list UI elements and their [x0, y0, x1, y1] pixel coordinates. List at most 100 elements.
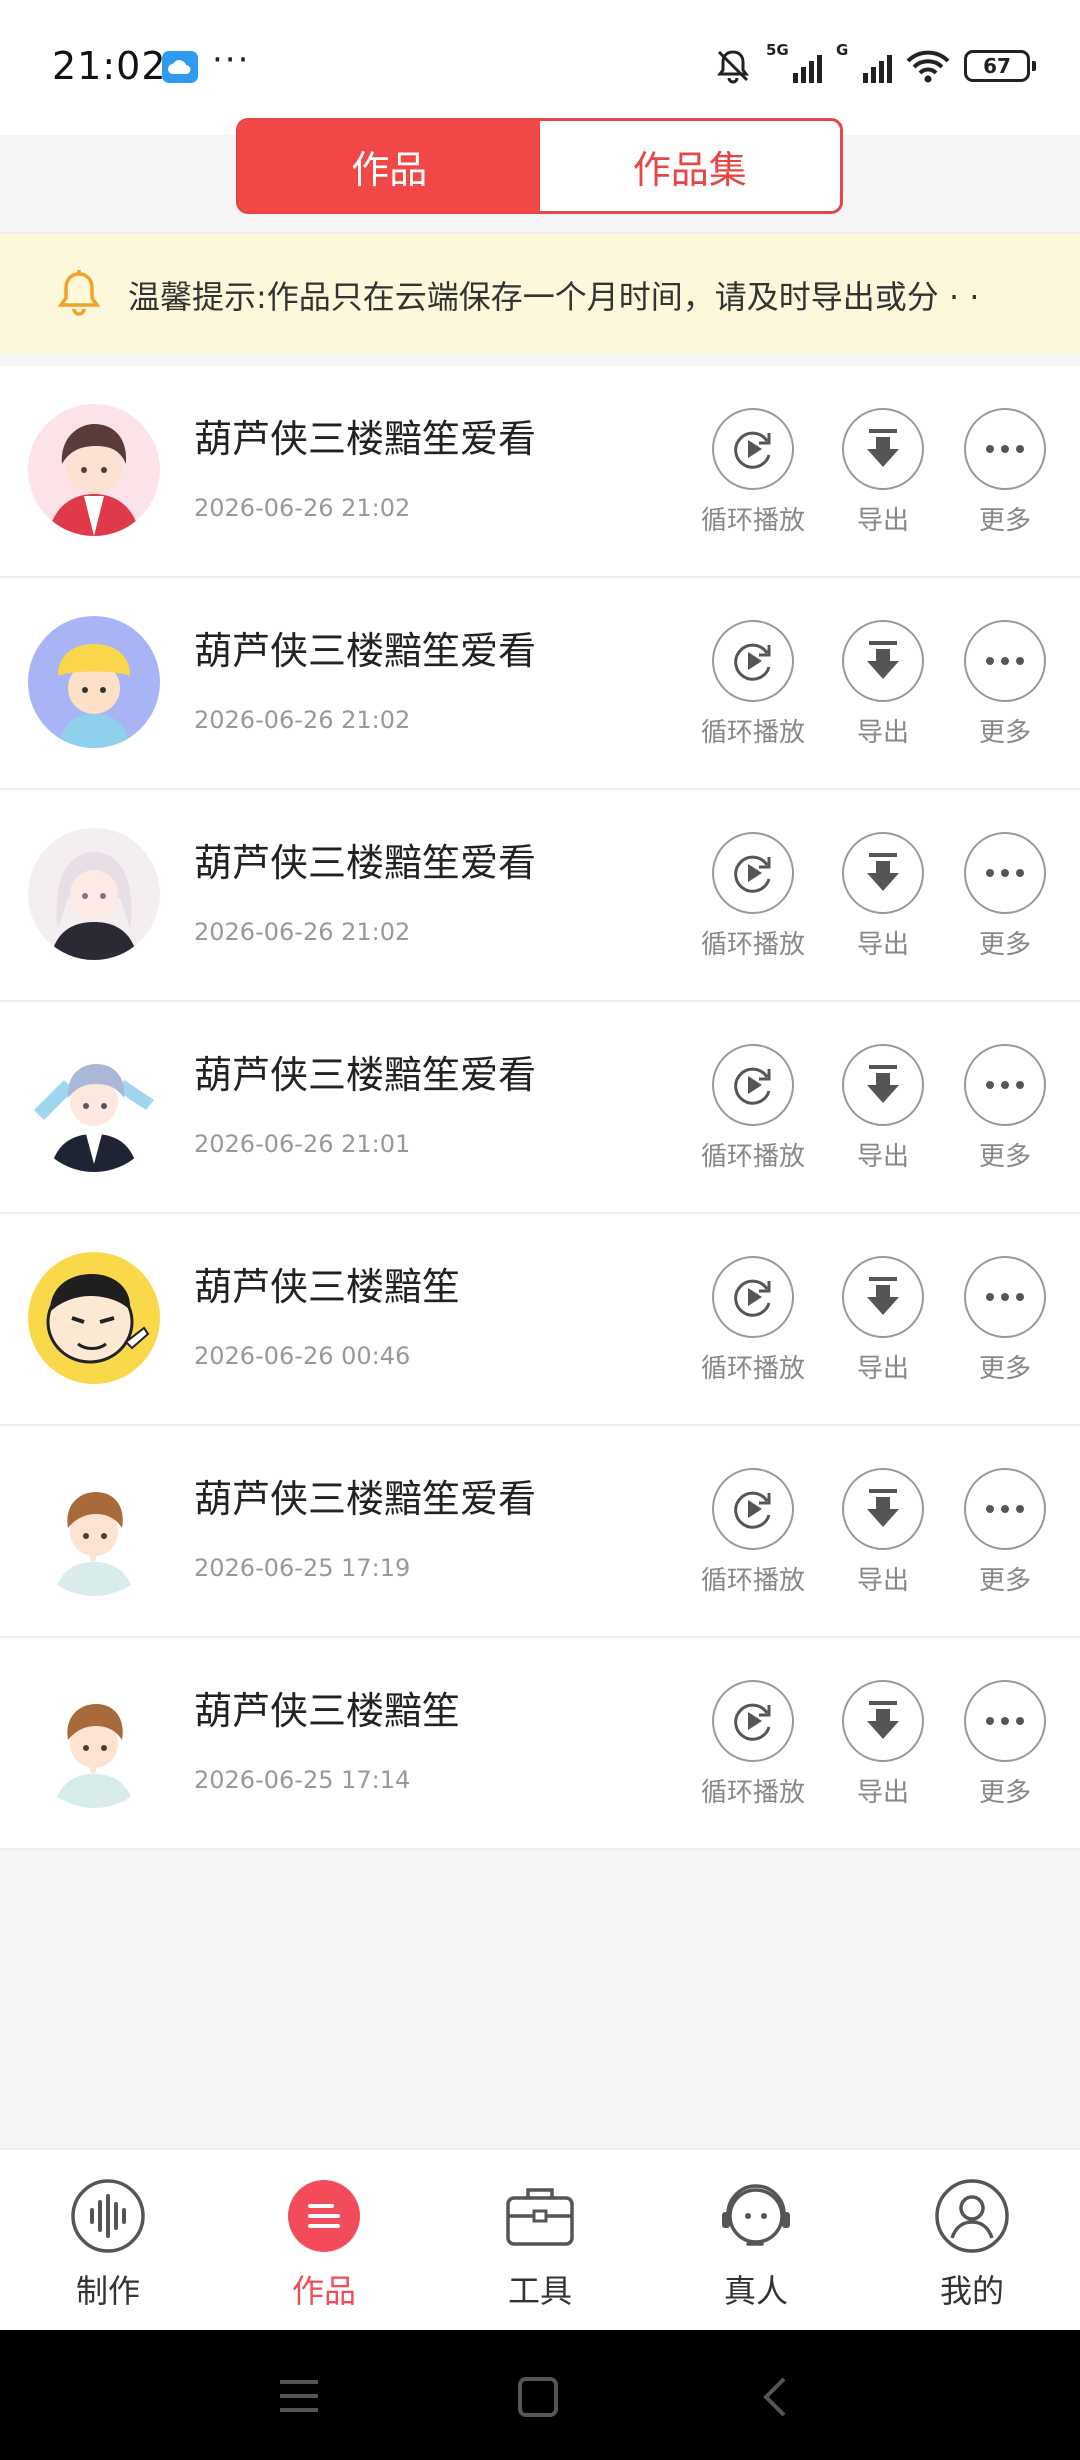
loop-play-icon	[734, 1703, 771, 1741]
more-dots-icon	[986, 1293, 1024, 1301]
list-item[interactable]: 葫芦侠三楼黯笙爱看 2026-06-25 17:19 循环播放 导出 更多	[0, 1426, 1080, 1638]
signal-g-icon: G	[836, 41, 892, 85]
more-dots-icon	[986, 1717, 1024, 1725]
more-button[interactable]: 更多	[940, 1680, 1070, 1809]
loop-play-label: 循环播放	[700, 1566, 805, 1596]
more-dots-icon	[986, 657, 1024, 665]
more-button[interactable]: 更多	[940, 1256, 1070, 1385]
item-date: 2026-06-26 21:02	[194, 494, 411, 522]
more-button[interactable]: 更多	[940, 1044, 1070, 1173]
loop-play-button[interactable]: 循环播放	[688, 1044, 818, 1173]
nav-label: 我的	[939, 2272, 1004, 2310]
item-title: 葫芦侠三楼黯笙爱看	[194, 1053, 537, 1097]
export-button[interactable]: 导出	[818, 1044, 948, 1173]
more-button[interactable]: 更多	[940, 1468, 1070, 1597]
item-title: 葫芦侠三楼黯笙爱看	[194, 417, 537, 461]
menu-icon[interactable]	[276, 2376, 322, 2416]
notice-banner: 温馨提示:作品只在云端保存一个月时间，请及时导出或分 · ·	[0, 234, 1080, 354]
nav-mine[interactable]: 我的	[892, 2178, 1052, 2312]
waveform-icon	[71, 2179, 145, 2253]
list-item[interactable]: 葫芦侠三楼黯笙爱看 2026-06-26 21:02 循环播放 导出 更多	[0, 578, 1080, 790]
avatar	[28, 828, 160, 960]
loop-play-button[interactable]: 循环播放	[688, 620, 818, 749]
nav-tools[interactable]: 工具	[460, 2178, 620, 2312]
list-icon	[288, 2180, 360, 2252]
more-label: 更多	[978, 930, 1031, 960]
export-button[interactable]: 导出	[818, 1256, 948, 1385]
loop-play-icon	[734, 1067, 771, 1105]
export-button[interactable]: 导出	[818, 1680, 948, 1809]
bottom-nav: 制作 作品 工具 真人 我的	[0, 2148, 1080, 2330]
loop-play-button[interactable]: 循环播放	[688, 1468, 818, 1597]
avatar	[28, 1252, 160, 1384]
nav-label: 作品	[291, 2272, 356, 2310]
item-title: 葫芦侠三楼黯笙爱看	[194, 841, 537, 885]
download-icon	[867, 1277, 899, 1315]
list-item[interactable]: 葫芦侠三楼黯笙爱看 2026-06-26 21:02 循环播放 导出 更多	[0, 366, 1080, 578]
loop-play-icon	[734, 431, 771, 469]
signal-5g-icon: 5G	[766, 41, 822, 85]
loop-play-label: 循环播放	[700, 1142, 805, 1172]
loop-play-button[interactable]: 循环播放	[688, 1256, 818, 1385]
tab-collections[interactable]: 作品集	[540, 121, 841, 211]
back-icon[interactable]	[760, 2376, 790, 2418]
battery-indicator: 67	[964, 50, 1036, 82]
more-label: 更多	[978, 718, 1031, 748]
export-button[interactable]: 导出	[818, 1468, 948, 1597]
loop-play-icon	[734, 643, 771, 681]
more-button[interactable]: 更多	[940, 832, 1070, 961]
list-item[interactable]: 葫芦侠三楼黯笙 2026-06-26 00:46 循环播放 导出 更多	[0, 1214, 1080, 1426]
status-more-dots: ···	[212, 40, 251, 80]
export-label: 导出	[856, 718, 909, 748]
user-icon	[935, 2179, 1009, 2253]
list-item[interactable]: 葫芦侠三楼黯笙 2026-06-25 17:14 循环播放 导出 更多	[0, 1638, 1080, 1850]
loop-play-label: 循环播放	[700, 1354, 805, 1384]
nav-create[interactable]: 制作	[28, 2178, 188, 2312]
item-title: 葫芦侠三楼黯笙爱看	[194, 629, 537, 673]
export-button[interactable]: 导出	[818, 408, 948, 537]
loop-play-button[interactable]: 循环播放	[688, 832, 818, 961]
more-dots-icon	[986, 445, 1024, 453]
more-dots-icon	[986, 1505, 1024, 1513]
wifi-icon	[906, 50, 950, 83]
tab-works[interactable]: 作品	[239, 121, 540, 211]
home-icon[interactable]	[516, 2376, 560, 2418]
more-label: 更多	[978, 1778, 1031, 1808]
download-icon	[867, 429, 899, 467]
more-label: 更多	[978, 1354, 1031, 1384]
loop-play-label: 循环播放	[700, 506, 805, 536]
more-label: 更多	[978, 1142, 1031, 1172]
nav-label: 制作	[75, 2272, 140, 2310]
avatar	[28, 1464, 160, 1596]
nav-works[interactable]: 作品	[244, 2178, 404, 2312]
list-item[interactable]: 葫芦侠三楼黯笙爱看 2026-06-26 21:01 循环播放 导出 更多	[0, 1002, 1080, 1214]
item-date: 2026-06-25 17:19	[194, 1554, 411, 1582]
loop-play-icon	[734, 1279, 771, 1317]
loop-play-button[interactable]: 循环播放	[688, 1680, 818, 1809]
item-date: 2026-06-26 21:02	[194, 706, 411, 734]
list-item[interactable]: 葫芦侠三楼黯笙爱看 2026-06-26 21:02 循环播放 导出 更多	[0, 790, 1080, 1002]
works-tab-switcher: 作品 作品集	[236, 118, 843, 214]
item-date: 2026-06-26 21:01	[194, 1130, 411, 1158]
bell-muted-icon	[717, 50, 749, 84]
bell-icon	[57, 270, 101, 316]
item-date: 2026-06-25 17:14	[194, 1766, 411, 1794]
more-dots-icon	[986, 1081, 1024, 1089]
system-nav-bar	[0, 2330, 1080, 2460]
download-icon	[867, 853, 899, 891]
avatar	[28, 1676, 160, 1808]
export-button[interactable]: 导出	[818, 832, 948, 961]
nav-real-person[interactable]: 真人	[676, 2178, 836, 2312]
export-label: 导出	[856, 1778, 909, 1808]
export-label: 导出	[856, 1354, 909, 1384]
export-button[interactable]: 导出	[818, 620, 948, 749]
item-date: 2026-06-26 21:02	[194, 918, 411, 946]
item-date: 2026-06-26 00:46	[194, 1342, 411, 1370]
item-title: 葫芦侠三楼黯笙	[194, 1689, 461, 1733]
more-button[interactable]: 更多	[940, 408, 1070, 537]
more-button[interactable]: 更多	[940, 620, 1070, 749]
nav-label: 真人	[723, 2272, 788, 2310]
more-dots-icon	[986, 869, 1024, 877]
loop-play-button[interactable]: 循环播放	[688, 408, 818, 537]
status-bar: 21:02 ··· 5G G 67	[0, 0, 1080, 135]
